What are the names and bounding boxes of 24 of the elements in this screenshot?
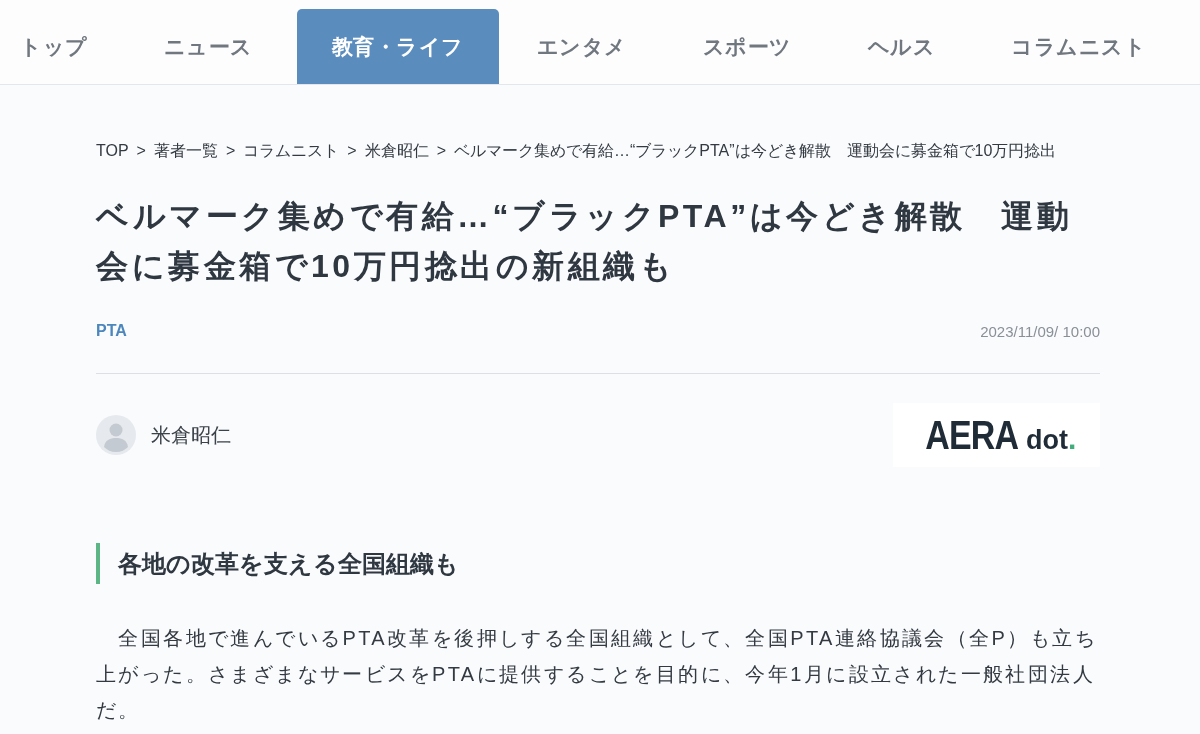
breadcrumb-separator: > — [436, 141, 446, 161]
category-tab[interactable]: トップ — [0, 9, 126, 84]
category-tab[interactable]: スポーツ — [664, 9, 830, 84]
section-heading: 各地の改革を支える全国組織も — [96, 543, 1100, 584]
breadcrumb-link[interactable]: 著者一覧 — [153, 141, 218, 161]
category-tab[interactable]: ニュース — [125, 9, 291, 84]
breadcrumb-link[interactable]: 米倉昭仁 — [364, 141, 429, 161]
article-paragraph: 全国各地で進んでいるPTA改革を後押しする全国組織として、全国PTA連絡協議会（全P）も立ち上がった。さまざまなサービスをPTAに提供することを目的に、今年1月に設立された一般社団法人だ。 — [96, 626, 1098, 723]
publisher-logo: AERA dot. — [893, 403, 1100, 467]
category-tab[interactable]: コラムニスト — [973, 9, 1184, 84]
category-tab[interactable]: エンタメ — [498, 9, 665, 84]
breadcrumb-separator: > — [347, 141, 357, 161]
article-title: ベルマーク集めで有給…“ブラックPTA”は今どき解散 運動会に募金箱で10万円捻出の新組織も — [96, 197, 1074, 286]
category-tab[interactable]: 教育・ライフ — [296, 9, 499, 84]
publish-date: 2023/11/09/ 10:00 — [980, 322, 1100, 340]
breadcrumb-separator: > — [136, 141, 146, 161]
category-tab[interactable]: ヘルス — [829, 9, 973, 84]
breadcrumb-current: ベルマーク集めで有給…“ブラックPTA”は今どき解散 運動会に募金箱で10万円捻出 — [454, 141, 1057, 161]
tag-link[interactable]: PTA — [96, 322, 127, 340]
breadcrumb-separator: > — [225, 141, 236, 161]
breadcrumb-link[interactable]: コラムニスト — [243, 141, 340, 161]
avatar-icon — [96, 415, 136, 455]
author-name[interactable]: 米倉昭仁 — [151, 421, 231, 449]
breadcrumb-link[interactable]: TOP — [96, 141, 129, 161]
